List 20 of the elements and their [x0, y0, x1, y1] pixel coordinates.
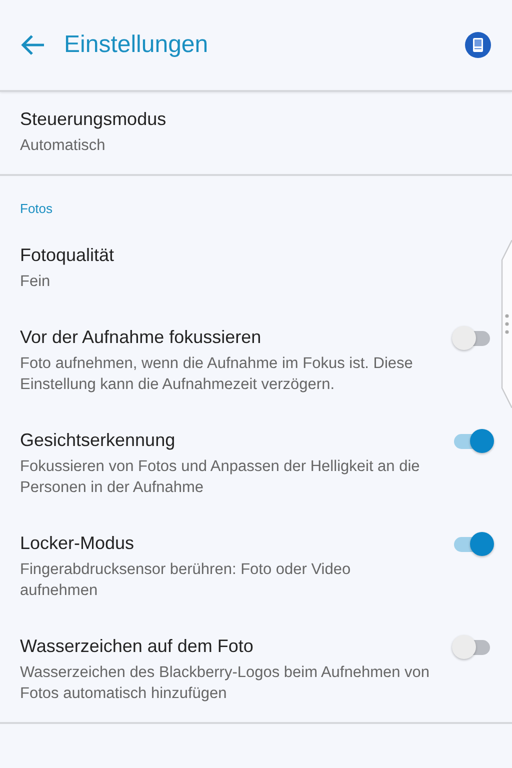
setting-description: Fingerabdrucksensor berühren: Foto oder Video aufnehmen: [20, 560, 352, 601]
setting-description: Wasserzeichen des Blackberry-Logos beim Aufnehmen von Fotos automatisch hinzufügen: [20, 663, 431, 704]
setting-title: Steuerungsmodus: [20, 109, 168, 130]
setting-description: Fokussieren von Fotos und Anpassen der Helligkeit an die Personen in der Aufnahme: [20, 457, 421, 498]
edge-handle[interactable]: [500, 240, 512, 408]
device-icon[interactable]: [464, 31, 492, 59]
setting-title: Locker-Modus: [20, 533, 136, 554]
setting-description: Fein: [20, 272, 52, 292]
setting-description: Foto aufnehmen, wenn die Aufnahme im Fokus ist. Diese Einstellung kann die Aufnahmezeit verzögern.: [20, 354, 414, 395]
setting-title: Gesichtserkennung: [20, 430, 176, 451]
toggle-switch[interactable]: [452, 429, 492, 453]
setting-description: Automatisch: [20, 136, 106, 156]
setting-title: Wasserzeichen auf dem Foto: [20, 636, 254, 657]
setting-title: Vor der Aufnahme fokussieren: [20, 327, 262, 348]
toggle-switch[interactable]: [452, 326, 492, 350]
toggle-switch[interactable]: [452, 532, 492, 556]
setting-title: Fotoqualität: [20, 245, 116, 266]
screen-title: Einstellungen: [64, 31, 210, 59]
section-header: Fotos: [19, 200, 54, 218]
toggle-switch[interactable]: [452, 635, 492, 659]
